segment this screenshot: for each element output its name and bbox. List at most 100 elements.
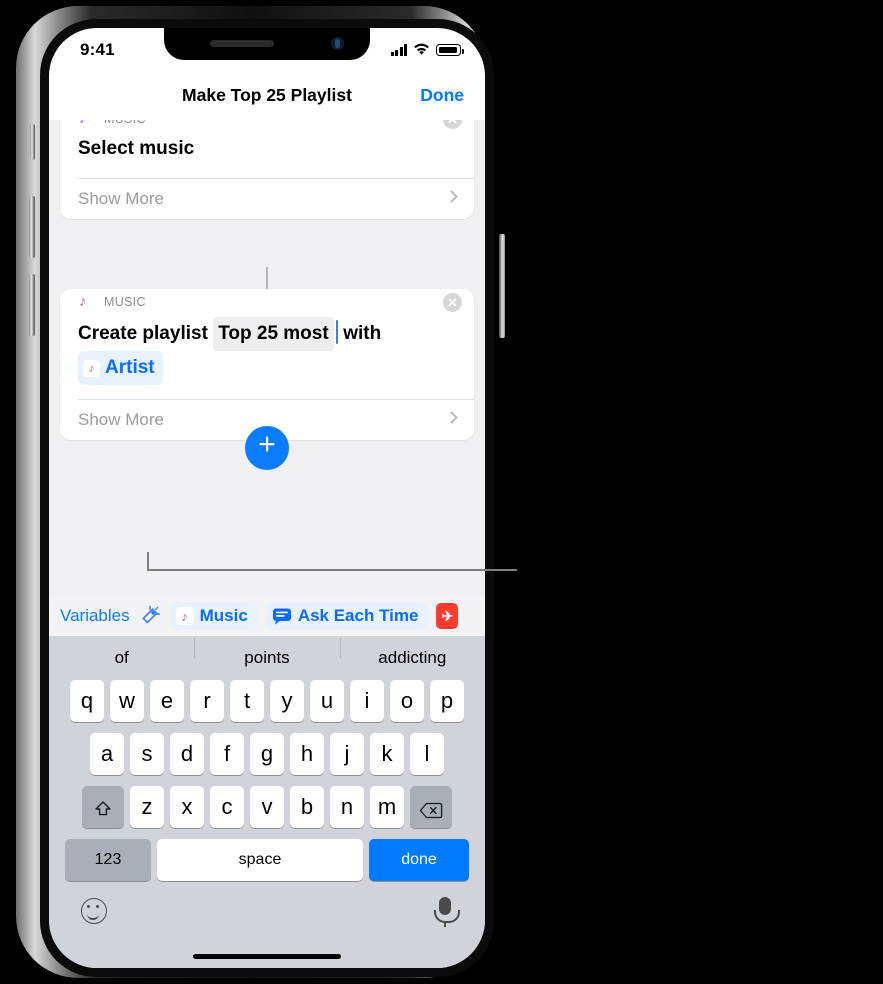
plus-icon	[259, 436, 275, 452]
music-note-icon: ♪	[83, 359, 100, 377]
key-l[interactable]: l	[410, 733, 444, 775]
key-t[interactable]: t	[230, 680, 264, 722]
text-cursor	[335, 320, 339, 344]
key-m[interactable]: m	[370, 786, 404, 828]
key-d[interactable]: d	[170, 733, 204, 775]
key-q[interactable]: q	[70, 680, 104, 722]
card-header: ♪ MUSIC ✕	[60, 120, 474, 134]
close-circle-icon[interactable]: ✕	[443, 293, 462, 312]
backspace-icon	[419, 799, 443, 818]
key-p[interactable]: p	[430, 680, 464, 722]
close-circle-icon[interactable]: ✕	[443, 120, 462, 129]
variable-chip-music[interactable]: ♪ Music	[169, 602, 257, 630]
key-z[interactable]: z	[130, 786, 164, 828]
front-camera-icon	[331, 37, 344, 50]
status-bar-icons	[390, 43, 464, 56]
key-c[interactable]: c	[210, 786, 244, 828]
notch	[164, 28, 370, 60]
key-a[interactable]: a	[90, 733, 124, 775]
show-more-label: Show More	[78, 410, 164, 429]
prediction-item[interactable]: points	[194, 638, 339, 668]
card-category-label: MUSIC	[104, 120, 146, 126]
power-button[interactable]	[499, 234, 505, 338]
key-h[interactable]: h	[290, 733, 324, 775]
key-o[interactable]: o	[390, 680, 424, 722]
variable-chip-ask-each-time[interactable]: Ask Each Time	[265, 602, 428, 630]
action-title: Select music	[78, 138, 195, 159]
card-body: Select music	[60, 134, 474, 178]
key-r[interactable]: r	[190, 680, 224, 722]
key-x[interactable]: x	[170, 786, 204, 828]
key-s[interactable]: s	[130, 733, 164, 775]
variable-token-artist[interactable]: ♪ Artist	[78, 351, 163, 385]
add-action-button[interactable]	[245, 426, 289, 470]
status-bar-time: 9:41	[80, 40, 115, 59]
key-w[interactable]: w	[110, 680, 144, 722]
action-text-before: Create playlist	[78, 323, 208, 344]
on-screen-keyboard: of points addicting q w e r t y u i o p	[49, 636, 485, 968]
prediction-item[interactable]: addicting	[339, 638, 485, 668]
key-y[interactable]: y	[270, 680, 304, 722]
battery-icon	[436, 44, 464, 56]
playlist-name-input[interactable]: Top 25 most	[213, 317, 334, 351]
chevron-right-icon	[445, 190, 458, 203]
speech-bubble-icon	[272, 607, 292, 625]
emoji-icon[interactable]	[81, 898, 107, 924]
variables-label: Variables	[60, 606, 130, 625]
key-j[interactable]: j	[330, 733, 364, 775]
home-indicator[interactable]	[193, 954, 341, 959]
shift-icon	[94, 798, 112, 816]
keyboard-bottom-bar	[49, 892, 485, 940]
key-u[interactable]: u	[310, 680, 344, 722]
volume-down-button[interactable]	[29, 274, 35, 336]
numbers-key[interactable]: 123	[65, 839, 151, 881]
keyboard-row-2: a s d f g h j k l	[49, 733, 485, 775]
predictive-text-bar: of points addicting	[49, 636, 485, 680]
keyboard-row-1: q w e r t y u i o p	[49, 680, 485, 722]
variable-chip-shortcut-input[interactable]: ✈	[436, 603, 459, 629]
action-card-select-music[interactable]: ♪ MUSIC ✕ Select music Show More	[60, 120, 474, 219]
chevron-right-icon	[445, 411, 458, 424]
action-token-line: ♪ Artist	[78, 351, 456, 385]
card-category-label: MUSIC	[104, 295, 146, 309]
backspace-key[interactable]	[410, 786, 452, 828]
earpiece-speaker-icon	[210, 40, 274, 47]
music-note-icon: ♪	[79, 294, 94, 309]
volume-up-button[interactable]	[29, 196, 35, 258]
key-n[interactable]: n	[330, 786, 364, 828]
key-g[interactable]: g	[250, 733, 284, 775]
key-f[interactable]: f	[210, 733, 244, 775]
navigation-bar: Make Top 25 Playlist Done	[49, 74, 485, 120]
action-connector	[266, 267, 268, 289]
variables-bar: Variables ♪ Music Ask Each Time ✈	[49, 596, 485, 636]
space-key[interactable]: space	[157, 839, 363, 881]
done-button[interactable]: Done	[420, 85, 464, 106]
music-note-icon: ♪	[175, 607, 194, 625]
music-note-icon: ♪	[79, 120, 94, 126]
key-e[interactable]: e	[150, 680, 184, 722]
keyboard-done-key[interactable]: done	[369, 839, 469, 881]
variable-token-label: Artist	[105, 357, 155, 378]
show-more-label: Show More	[78, 189, 164, 208]
card-body: Create playlist Top 25 most with ♪ Artist	[60, 317, 474, 399]
key-b[interactable]: b	[290, 786, 324, 828]
key-v[interactable]: v	[250, 786, 284, 828]
variable-chip-label: Music	[199, 606, 248, 625]
phone-frame: 9:41 Make Top 25 Playlist Done Select mu…	[16, 6, 505, 978]
action-sentence: Create playlist Top 25 most with	[78, 317, 456, 351]
keyboard-row-3: z x c v b n m	[49, 786, 485, 828]
prediction-item[interactable]: of	[49, 648, 194, 668]
silent-switch[interactable]	[30, 124, 35, 160]
show-more-row[interactable]: Show More	[60, 179, 474, 219]
microphone-icon[interactable]	[434, 897, 460, 927]
screenshot-root: 9:41 Make Top 25 Playlist Done Select mu…	[0, 0, 883, 984]
action-card-create-playlist[interactable]: ♪ MUSIC ✕ Create playlist Top 25 most wit…	[60, 289, 474, 440]
magic-wand-icon[interactable]	[139, 605, 161, 627]
variable-chip-label: Ask Each Time	[297, 606, 419, 625]
action-text-after: with	[343, 323, 382, 344]
shift-key[interactable]	[82, 786, 124, 828]
cellular-signal-icon	[390, 44, 407, 56]
key-k[interactable]: k	[370, 733, 404, 775]
key-i[interactable]: i	[350, 680, 384, 722]
shortcut-editor-content: ♪ MUSIC ✕ Select music Show More	[49, 120, 485, 596]
